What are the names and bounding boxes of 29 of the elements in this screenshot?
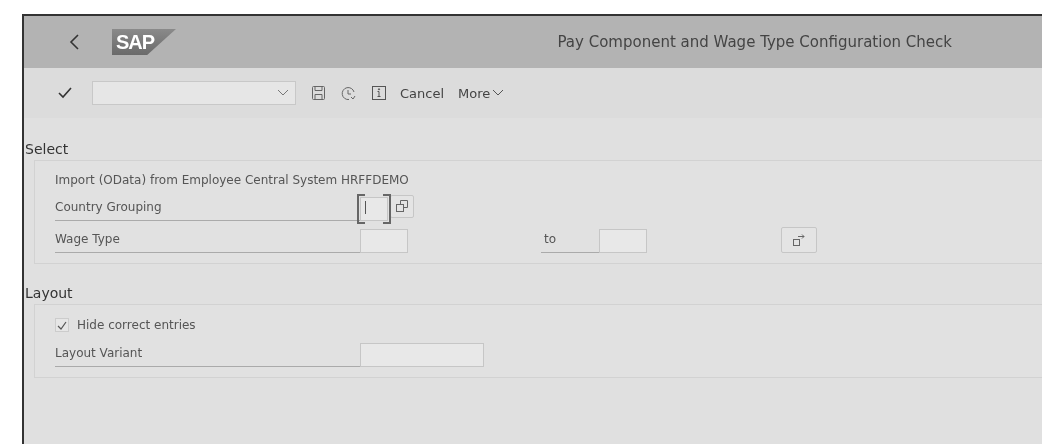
cancel-button[interactable]: Cancel	[400, 85, 445, 101]
value-help-button[interactable]	[390, 194, 414, 218]
field-label: Wage Type	[55, 232, 360, 253]
group-title: Select	[25, 141, 69, 159]
info-text: Import (OData) from Employee Central System HRFFDEMO	[55, 172, 410, 189]
input-field[interactable]	[360, 197, 388, 221]
more-button[interactable]: More	[458, 85, 505, 101]
input-field[interactable]	[360, 343, 484, 367]
back-icon[interactable]	[68, 33, 82, 51]
copy-icon	[395, 199, 409, 213]
input-field[interactable]	[360, 229, 408, 253]
field-label: Layout Variant	[55, 346, 360, 367]
chevron-down-icon	[277, 89, 289, 97]
chevron-down-icon	[492, 89, 505, 97]
checkmark-icon	[57, 320, 67, 330]
info-icon[interactable]	[372, 86, 386, 100]
input-field[interactable]	[599, 229, 647, 253]
checkbox-label: Hide correct entries	[77, 318, 196, 332]
save-icon[interactable]	[312, 86, 325, 100]
field-label: Country Grouping	[55, 200, 360, 221]
dropdown-field[interactable]	[92, 81, 296, 105]
window-title: Pay Component and Wage Type Configuration Check	[557, 33, 952, 51]
checkbox[interactable]	[55, 318, 69, 332]
arrow-out-icon	[792, 233, 806, 247]
clock-icon[interactable]	[341, 85, 356, 101]
check-icon[interactable]	[58, 87, 72, 99]
group-title: Layout	[25, 285, 73, 303]
logo: SAP	[112, 29, 176, 55]
multiple-selection-button[interactable]	[781, 227, 817, 253]
